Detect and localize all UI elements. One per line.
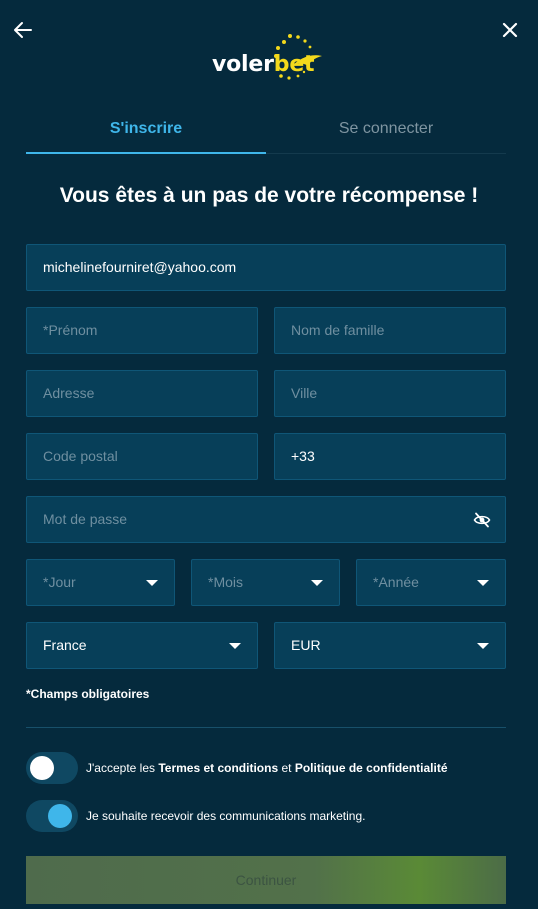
- city-field[interactable]: Ville: [274, 370, 506, 417]
- chevron-down-icon: [229, 643, 241, 649]
- marketing-label: Je souhaite recevoir des communications …: [86, 809, 366, 823]
- birth-year-placeholder: *Année: [373, 574, 419, 590]
- toggle-knob: [30, 756, 54, 780]
- chevron-down-icon: [146, 580, 158, 586]
- eye-off-icon[interactable]: [473, 511, 491, 529]
- password-placeholder: Mot de passe: [43, 511, 128, 527]
- auth-tabs: S'inscrire Se connecter: [26, 108, 506, 154]
- close-button[interactable]: [500, 20, 520, 40]
- top-bar: volerbet: [0, 0, 538, 100]
- birth-day-placeholder: *Jour: [43, 574, 76, 590]
- currency-select[interactable]: EUR: [274, 622, 506, 669]
- last-name-field[interactable]: Nom de famille: [274, 307, 506, 354]
- country-value: France: [43, 637, 87, 653]
- terms-link[interactable]: Termes et conditions: [158, 761, 278, 775]
- logo-text-part1: voler: [212, 52, 274, 77]
- tab-register[interactable]: S'inscrire: [26, 108, 266, 154]
- email-field[interactable]: michelinefourniret@yahoo.com: [26, 244, 506, 291]
- birth-year-select[interactable]: *Année: [356, 559, 506, 606]
- close-icon: [502, 22, 518, 38]
- chevron-down-icon: [477, 643, 489, 649]
- address-field[interactable]: Adresse: [26, 370, 258, 417]
- back-button[interactable]: [12, 19, 34, 41]
- terms-prefix: J'accepte les: [86, 761, 159, 775]
- chevron-down-icon: [477, 580, 489, 586]
- toggle-knob: [48, 804, 72, 828]
- country-select[interactable]: France: [26, 622, 258, 669]
- tab-login[interactable]: Se connecter: [266, 108, 506, 154]
- terms-label: J'accepte les Termes et conditions et Po…: [86, 761, 448, 775]
- required-fields-note: *Champs obligatoires: [26, 687, 150, 701]
- back-arrow-icon: [14, 22, 32, 38]
- logo-text: volerbet: [212, 52, 315, 77]
- birth-month-select[interactable]: *Mois: [191, 559, 340, 606]
- first-name-field[interactable]: *Prénom: [26, 307, 258, 354]
- terms-consent-row: J'accepte les Termes et conditions et Po…: [26, 752, 506, 784]
- phone-field[interactable]: +33: [274, 433, 506, 480]
- page-title: Vous êtes à un pas de votre récompense !: [59, 184, 479, 207]
- volerbet-logo: volerbet: [212, 32, 322, 82]
- postal-code-field[interactable]: Code postal: [26, 433, 258, 480]
- birth-day-select[interactable]: *Jour: [26, 559, 175, 606]
- birth-month-placeholder: *Mois: [208, 574, 244, 590]
- privacy-link[interactable]: Politique de confidentialité: [295, 761, 448, 775]
- terms-mid: et: [278, 761, 295, 775]
- password-field[interactable]: Mot de passe: [26, 496, 506, 543]
- currency-value: EUR: [291, 637, 321, 653]
- terms-toggle[interactable]: [26, 752, 78, 784]
- logo-text-part2: bet: [273, 52, 315, 77]
- divider: [26, 727, 506, 728]
- chevron-down-icon: [311, 580, 323, 586]
- continue-button[interactable]: Continuer: [26, 856, 506, 904]
- marketing-toggle[interactable]: [26, 800, 78, 832]
- marketing-consent-row: Je souhaite recevoir des communications …: [26, 800, 506, 832]
